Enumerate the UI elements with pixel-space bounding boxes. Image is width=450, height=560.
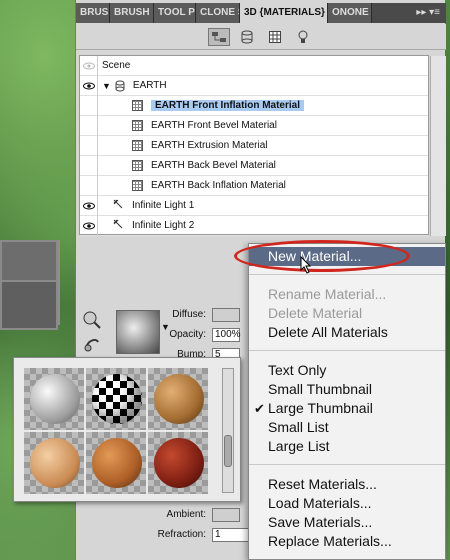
tree-item-label: EARTH Front Bevel Material	[151, 120, 277, 131]
picker-scroll-thumb[interactable]	[224, 435, 232, 467]
tree-row-mesh[interactable]: ▼ EARTH	[80, 75, 428, 96]
tree-item-label: EARTH Front Inflation Material	[151, 100, 304, 111]
lights-filter-button[interactable]	[292, 28, 314, 46]
menu-item-reset-materials[interactable]: Reset Materials...	[249, 475, 445, 494]
opacity-label: Opacity:	[169, 329, 206, 340]
material-icon	[132, 140, 143, 151]
tab-3d-materials[interactable]: 3D {MATERIALS}	[240, 3, 328, 23]
panel-menu-icon[interactable]: ▸▸ ▾≡	[410, 3, 446, 23]
menu-item-text-only[interactable]: Text Only	[249, 361, 445, 380]
expand-triangle-icon[interactable]: ▼	[102, 81, 111, 91]
tab-tool-presets[interactable]: TOOL P	[154, 3, 196, 23]
checkmark-icon: ✔	[254, 401, 265, 416]
background-stone-2	[0, 280, 58, 330]
tree-row-light[interactable]: Infinite Light 2	[80, 215, 428, 236]
filter-toolbar	[76, 24, 446, 50]
menu-item-large-thumbnail[interactable]: ✔ Large Thumbnail	[249, 399, 445, 418]
scene-tree: Scene ▼ EARTH EARTH Front Inflation Mate…	[79, 55, 446, 236]
ambient-color-swatch[interactable]	[212, 508, 240, 522]
tree-item-label: Infinite Light 2	[132, 220, 195, 231]
picker-scrollbar[interactable]	[222, 368, 234, 493]
tree-item-label: Infinite Light 1	[132, 200, 195, 211]
tree-row-material[interactable]: EARTH Back Bevel Material	[80, 155, 428, 176]
menu-item-large-list[interactable]: Large List	[249, 437, 445, 456]
tree-item-label: EARTH	[132, 80, 167, 91]
tree-row-material[interactable]: EARTH Extrusion Material	[80, 135, 428, 156]
menu-item-load-materials[interactable]: Load Materials...	[249, 494, 445, 513]
tab-brush[interactable]: BRUSH	[76, 3, 110, 23]
ambient-label: Ambient:	[166, 509, 206, 520]
menu-item-new-material[interactable]: New Material...	[249, 247, 445, 266]
diffuse-color-swatch[interactable]	[212, 308, 240, 322]
material-thumbnail-rust-wood[interactable]	[86, 432, 146, 494]
material-thumbnail-peach[interactable]	[24, 432, 84, 494]
material-thumbnail-cork[interactable]	[148, 368, 208, 430]
meshes-filter-button[interactable]	[236, 28, 258, 46]
tree-item-label: EARTH Back Inflation Material	[151, 180, 286, 191]
menu-item-save-materials[interactable]: Save Materials...	[249, 513, 445, 532]
infinite-light-icon	[112, 218, 124, 233]
material-icon	[132, 100, 143, 111]
tree-row-material[interactable]: EARTH Back Inflation Material	[80, 175, 428, 196]
menu-item-replace-materials[interactable]: Replace Materials...	[249, 532, 445, 551]
panel-tab-bar: BRUSH BRUSH P TOOL P CLONE S 3D {MATERIA…	[76, 3, 446, 23]
tab-clone-source[interactable]: CLONE S	[196, 3, 240, 23]
opacity-input[interactable]: 100%	[212, 328, 241, 342]
tree-row-material[interactable]: EARTH Front Bevel Material	[80, 115, 428, 136]
material-picker-popup	[13, 357, 241, 502]
tree-item-label: EARTH Extrusion Material	[151, 140, 268, 151]
mouse-cursor-icon	[300, 256, 312, 274]
drop-material-tool-icon[interactable]	[82, 334, 102, 354]
material-icon	[132, 160, 143, 171]
mesh-cylinder-icon	[241, 30, 253, 43]
light-bulb-icon	[298, 30, 308, 43]
tree-scrollbar[interactable]	[430, 56, 446, 236]
menu-item-small-list[interactable]: Small List	[249, 418, 445, 437]
material-thumbnail-grid	[24, 368, 208, 494]
material-thumbnail-checker[interactable]	[86, 368, 146, 430]
visibility-eye-icon[interactable]	[80, 55, 98, 76]
visibility-eye-icon[interactable]	[80, 195, 98, 216]
menu-item-delete-material: Delete Material	[268, 305, 363, 321]
material-icon	[132, 180, 143, 191]
scene-tree-icon	[212, 31, 226, 42]
material-icon	[132, 120, 143, 131]
mesh-icon	[115, 80, 125, 91]
menu-item-delete-all-materials[interactable]: Delete All Materials	[249, 323, 445, 342]
visibility-eye-icon[interactable]	[80, 215, 98, 236]
tree-item-label: EARTH Back Bevel Material	[151, 160, 276, 171]
tree-row-material-selected[interactable]: EARTH Front Inflation Material	[80, 95, 428, 116]
tab-brush-presets[interactable]: BRUSH P	[110, 3, 154, 23]
whole-scene-filter-button[interactable]	[208, 27, 230, 46]
materials-panel-menu: New Material... Rename Material... Delet…	[248, 243, 446, 560]
select-material-tool-icon[interactable]	[82, 310, 102, 330]
tree-row-light[interactable]: Infinite Light 1	[80, 195, 428, 216]
menu-item-rename-material: Rename Material...	[268, 286, 387, 302]
menu-item-small-thumbnail[interactable]: Small Thumbnail	[249, 380, 445, 399]
material-thumbnail-plaster[interactable]	[24, 368, 84, 430]
material-thumbnail-red-leather[interactable]	[148, 432, 208, 494]
refraction-label: Refraction:	[157, 529, 206, 540]
material-grid-icon	[269, 30, 281, 43]
diffuse-label: Diffuse:	[172, 309, 206, 320]
menu-item-label: Large Thumbnail	[268, 400, 373, 416]
infinite-light-icon	[112, 198, 124, 213]
visibility-eye-icon[interactable]	[80, 75, 98, 96]
materials-filter-button[interactable]	[264, 28, 286, 46]
scene-row[interactable]: Scene	[80, 55, 428, 76]
tab-onone[interactable]: ONONE	[328, 3, 372, 23]
scene-label: Scene	[102, 60, 131, 71]
